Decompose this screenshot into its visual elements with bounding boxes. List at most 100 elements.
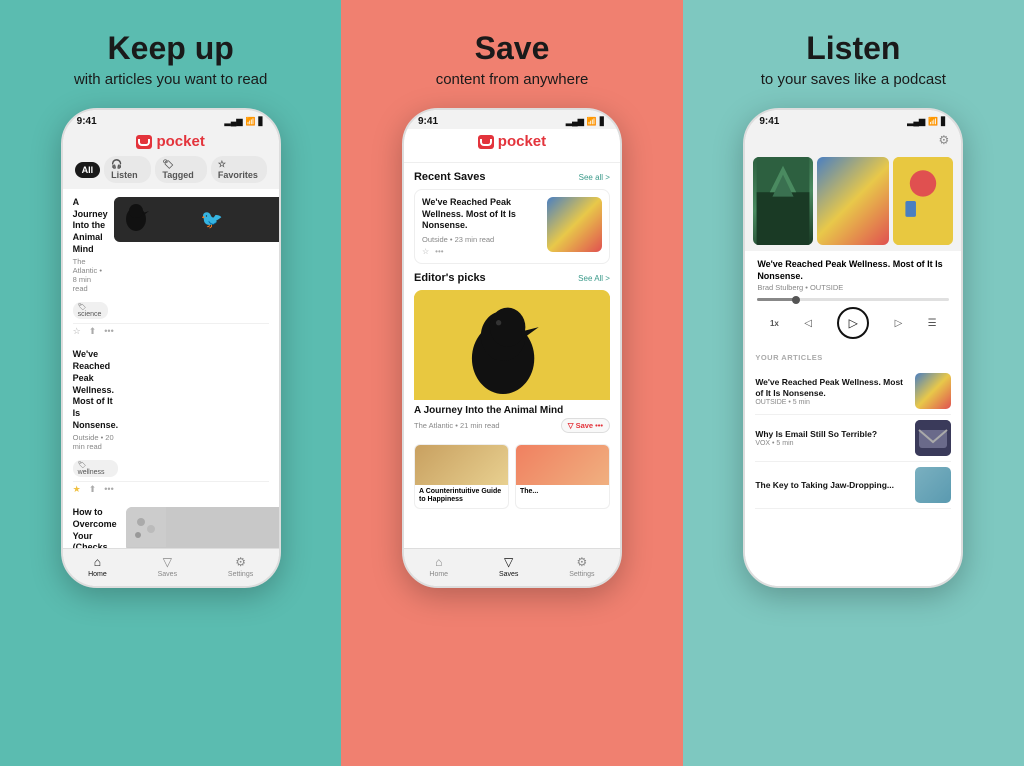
article-item[interactable]: How to Overcome Your (Checks Email) Dist… — [73, 499, 269, 548]
big-card-featured[interactable]: A Journey Into the Animal Mind The Atlan… — [414, 290, 610, 438]
ya-item-2[interactable]: Why Is Email Still So Terrible? VOX • 5 … — [755, 415, 951, 462]
article-actions-2: ★ ⬆ ••• — [73, 482, 269, 499]
recent-saves-header: Recent Saves See all > — [414, 171, 610, 183]
your-articles-header: YOUR ARTICLES — [755, 353, 951, 362]
status-time-3: 9:41 — [759, 116, 779, 127]
save-card-thumb — [547, 197, 602, 252]
album-art-wellness — [817, 157, 889, 245]
home-icon-2: ⌂ — [435, 555, 442, 569]
ya-text-1: We've Reached Peak Wellness. Most of It … — [755, 377, 909, 406]
player-title: We've Reached Peak Wellness. Most of It … — [757, 259, 949, 282]
small-card-2[interactable]: The... — [515, 444, 610, 509]
small-card-1[interactable]: A Counterintuitive Guide to Happiness — [414, 444, 509, 509]
share-icon[interactable]: ⬆ — [89, 326, 97, 337]
star-filled-icon[interactable]: ★ — [73, 484, 81, 495]
panel-listen: Listen to your saves like a podcast 9:41… — [683, 0, 1024, 766]
status-icons-2: ▂▄▆ 📶 ▋ — [566, 117, 606, 126]
more-icon[interactable]: ••• — [435, 247, 443, 256]
ya-item-3[interactable]: The Key to Taking Jaw-Dropping... — [755, 462, 951, 509]
battery-icon-3: ▋ — [941, 117, 947, 126]
wifi-icon-3: 📶 — [928, 117, 938, 126]
player-section: We've Reached Peak Wellness. Most of It … — [745, 251, 961, 347]
progress-bar[interactable] — [757, 298, 949, 301]
panel-3-subtitle: to your saves like a podcast — [761, 71, 946, 88]
filter-tab-tagged[interactable]: 🏷 Tagged — [155, 156, 206, 183]
star-icon[interactable]: ☆ — [73, 326, 81, 337]
editors-picks-header: Editor's picks See All > — [414, 272, 610, 284]
nav-home-2[interactable]: ⌂ Home — [429, 555, 448, 578]
phone-2-header: pocket — [404, 129, 620, 163]
status-icons-3: ▂▄▆ 📶 ▋ — [907, 117, 947, 126]
rewind-button[interactable]: ◁ — [804, 318, 812, 329]
save-card-actions: ☆ ••• — [422, 247, 541, 256]
ya-item-1[interactable]: We've Reached Peak Wellness. Most of It … — [755, 368, 951, 415]
saves-icon-2: ▽ — [504, 555, 513, 569]
filter-tab-favorites[interactable]: ☆ Favorites — [211, 156, 267, 183]
signal-icon-2: ▂▄▆ — [566, 117, 584, 126]
album-art-yellow — [893, 157, 953, 245]
nav-settings-2[interactable]: ⚙ Settings — [569, 555, 594, 578]
big-card-title: A Journey Into the Animal Mind — [414, 405, 610, 416]
small-card-text-2: The... — [516, 485, 609, 499]
pocket-logo-1: pocket — [75, 133, 267, 150]
album-art-forest — [753, 157, 813, 245]
progress-fill — [757, 298, 795, 301]
battery-icon: ▋ — [259, 117, 265, 126]
ya-thumb-2 — [915, 420, 951, 456]
pocket-save-icon: ▽ — [568, 421, 574, 430]
nav-home-label-1: Home — [88, 571, 107, 578]
article-thumb-crow — [114, 197, 279, 242]
see-all-editors[interactable]: See All > — [578, 274, 610, 283]
star-icon[interactable]: ☆ — [422, 247, 429, 256]
nav-saves-label-1: Saves — [158, 571, 177, 578]
small-card-row: A Counterintuitive Guide to Happiness Th… — [414, 444, 610, 509]
phone-1-header: pocket All 🎧 Listen 🏷 Tagged ☆ Favorites — [63, 129, 279, 189]
big-card-footer: A Journey Into the Animal Mind The Atlan… — [414, 400, 610, 438]
speed-button[interactable]: 1x — [770, 319, 779, 328]
filter-tabs: All 🎧 Listen 🏷 Tagged ☆ Favorites — [75, 156, 267, 183]
nav-settings-label-1: Settings — [228, 571, 253, 578]
player-controls: 1x ◁ ▷ ▷ ☰ — [757, 307, 949, 339]
share-icon[interactable]: ⬆ — [89, 484, 97, 495]
article-item[interactable]: A Journey Into the Animal Mind The Atlan… — [73, 189, 269, 324]
play-button[interactable]: ▷ — [837, 307, 869, 339]
save-button[interactable]: ▽ Save ••• — [561, 418, 610, 433]
album-art-row — [745, 151, 961, 251]
gear-icon[interactable]: ⚙ — [939, 133, 950, 147]
more-icon-2[interactable]: ••• — [595, 421, 603, 430]
nav-home-1[interactable]: ⌂ Home — [88, 555, 107, 578]
more-icon[interactable]: ••• — [104, 484, 113, 495]
panel-2-subtitle: content from anywhere — [436, 71, 589, 88]
signal-icon: ▂▄▆ — [225, 117, 243, 126]
panel-1-title: Keep up — [108, 30, 234, 67]
article-text: We've Reached Peak Wellness. Most of It … — [73, 349, 125, 477]
panel-save: Save content from anywhere 9:41 ▂▄▆ 📶 ▋ — [341, 0, 682, 766]
more-icon[interactable]: ••• — [104, 326, 113, 337]
phone-2-content: Recent Saves See all > We've Reached Pea… — [404, 163, 620, 548]
article-meta: Outside • 20 min read — [73, 433, 119, 451]
pocket-logo-icon-1 — [136, 135, 152, 149]
queue-button[interactable]: ☰ — [928, 318, 937, 329]
nav-saves-1[interactable]: ▽ Saves — [158, 555, 177, 578]
pocket-logo-text-2: pocket — [498, 133, 546, 150]
nav-settings-1[interactable]: ⚙ Settings — [228, 555, 253, 578]
pocket-logo-2: pocket — [416, 133, 608, 150]
settings-icon: ⚙ — [235, 555, 246, 569]
see-all-recent[interactable]: See all > — [579, 173, 610, 182]
filter-tab-listen[interactable]: 🎧 Listen — [104, 156, 151, 183]
big-card-meta: The Atlantic • 21 min read ▽ Save ••• — [414, 418, 610, 433]
wifi-icon-2: 📶 — [587, 117, 597, 126]
article-title: How to Overcome Your (Checks Email) Dist… — [73, 507, 120, 548]
filter-tab-all[interactable]: All — [75, 162, 101, 178]
phone-2-screen: 9:41 ▂▄▆ 📶 ▋ pocket — [404, 110, 620, 586]
ya-title-3: The Key to Taking Jaw-Dropping... — [755, 480, 909, 491]
article-text: How to Overcome Your (Checks Email) Dist… — [73, 507, 126, 548]
nav-home-label-2: Home — [429, 571, 448, 578]
panel-3-title: Listen — [806, 30, 900, 67]
fast-forward-button[interactable]: ▷ — [895, 318, 903, 329]
nav-saves-2[interactable]: ▽ Saves — [499, 555, 518, 578]
recent-save-card[interactable]: We've Reached Peak Wellness. Most of It … — [414, 189, 610, 264]
phone-2: 9:41 ▂▄▆ 📶 ▋ pocket — [402, 108, 622, 588]
nav-saves-label-2: Saves — [499, 571, 518, 578]
article-item[interactable]: We've Reached Peak Wellness. Most of It … — [73, 341, 269, 482]
